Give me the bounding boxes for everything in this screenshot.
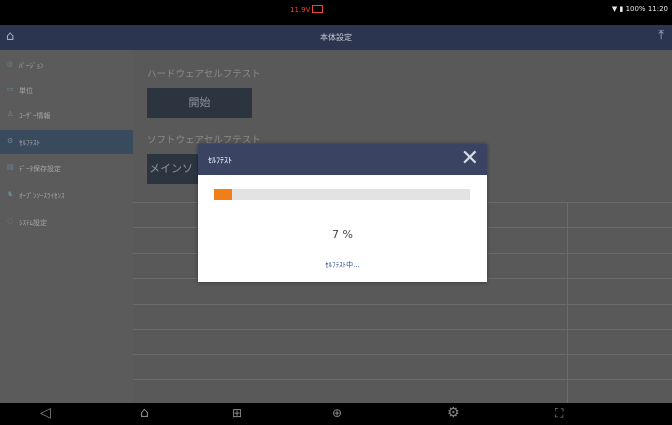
navigation-bar: ◁ ⌂ ⊞ ⊕ ⚙ ⛶ (0, 403, 672, 425)
sidebar-item-label: ﾊﾞｰｼﾞｮﾝ (19, 62, 44, 70)
sidebar-item-data-save[interactable]: ▤ ﾃﾞｰﾀ保存設定 (0, 156, 133, 180)
apps-icon[interactable]: ⊞ (232, 405, 242, 421)
home-icon[interactable]: ⌂ (140, 405, 149, 421)
start-button[interactable]: 開始 (147, 88, 252, 118)
sidebar: ◎ ﾊﾞｰｼﾞｮﾝ ▭ 単位 ♙ ﾕｰｻﾞｰ情報 ⚙ ｾﾙﾌﾃｽﾄ ▤ ﾃﾞｰﾀ… (0, 50, 133, 403)
status-bar: 11.9V ▼ ▮ 100% 11:20 (0, 0, 672, 25)
save-icon: ▤ (7, 163, 14, 171)
back-icon[interactable]: ◁ (40, 405, 51, 421)
battery-voltage: 11.9V (290, 6, 311, 14)
car-battery-icon (312, 5, 323, 13)
page-title: 本体設定 (320, 33, 352, 42)
progress-percent: 7 % (332, 228, 353, 241)
dialog-header: ｾﾙﾌﾃｽﾄ ✕ (198, 144, 487, 175)
table-column-divider (567, 202, 568, 403)
table-divider (133, 379, 672, 380)
sidebar-item-selftest[interactable]: ⚙ ｾﾙﾌﾃｽﾄ (0, 130, 133, 154)
sidebar-item-version[interactable]: ◎ ﾊﾞｰｼﾞｮﾝ (0, 53, 133, 77)
selftest-icon: ⚙ (7, 137, 14, 145)
progress-fill (214, 189, 232, 200)
title-bar: ⌂ 本体設定 ⤒ (0, 25, 672, 50)
user-icon: ♙ (7, 110, 14, 118)
sidebar-item-label: ｾﾙﾌﾃｽﾄ (19, 139, 40, 147)
version-icon: ◎ (7, 60, 14, 68)
hardware-selftest-title: ハードウェアセルフテスト (147, 69, 261, 80)
dialog-title: ｾﾙﾌﾃｽﾄ (208, 156, 232, 165)
sidebar-item-label: ｵｰﾌﾟﾝｿｰｽﾗｲｾﾝｽ (19, 192, 65, 200)
progress-message: ｾﾙﾌﾃｽﾄ中... (325, 261, 360, 269)
sidebar-item-label: ﾕｰｻﾞｰ情報 (19, 112, 51, 120)
progress-bar (214, 189, 470, 200)
license-icon: ♞ (7, 190, 14, 198)
globe-icon[interactable]: ⊕ (332, 405, 342, 421)
sidebar-item-unit[interactable]: ▭ 単位 (0, 78, 133, 102)
table-divider (133, 329, 672, 330)
sidebar-item-user-info[interactable]: ♙ ﾕｰｻﾞｰ情報 (0, 103, 133, 127)
sidebar-item-open-source-license[interactable]: ♞ ｵｰﾌﾟﾝｿｰｽﾗｲｾﾝｽ (0, 183, 133, 207)
sidebar-item-label: 単位 (19, 87, 33, 95)
system-status-indicators: ▼ ▮ 100% 11:20 (611, 5, 668, 13)
system-icon: ◌ (7, 217, 14, 225)
sidebar-item-label: ｼｽﾃﾑ設定 (19, 219, 47, 227)
settings-icon[interactable]: ⚙ (447, 405, 460, 421)
table-divider (133, 354, 672, 355)
screenshot-icon[interactable]: ⛶ (555, 405, 563, 421)
table-divider (133, 304, 672, 305)
sidebar-item-label: ﾃﾞｰﾀ保存設定 (19, 165, 61, 173)
sidebar-item-system[interactable]: ◌ ｼｽﾃﾑ設定 (0, 210, 133, 234)
unit-icon: ▭ (7, 85, 14, 93)
close-icon[interactable]: ✕ (461, 146, 479, 172)
upload-icon[interactable]: ⤒ (658, 28, 664, 43)
selftest-dialog: ｾﾙﾌﾃｽﾄ ✕ 7 % ｾﾙﾌﾃｽﾄ中... (198, 144, 487, 282)
